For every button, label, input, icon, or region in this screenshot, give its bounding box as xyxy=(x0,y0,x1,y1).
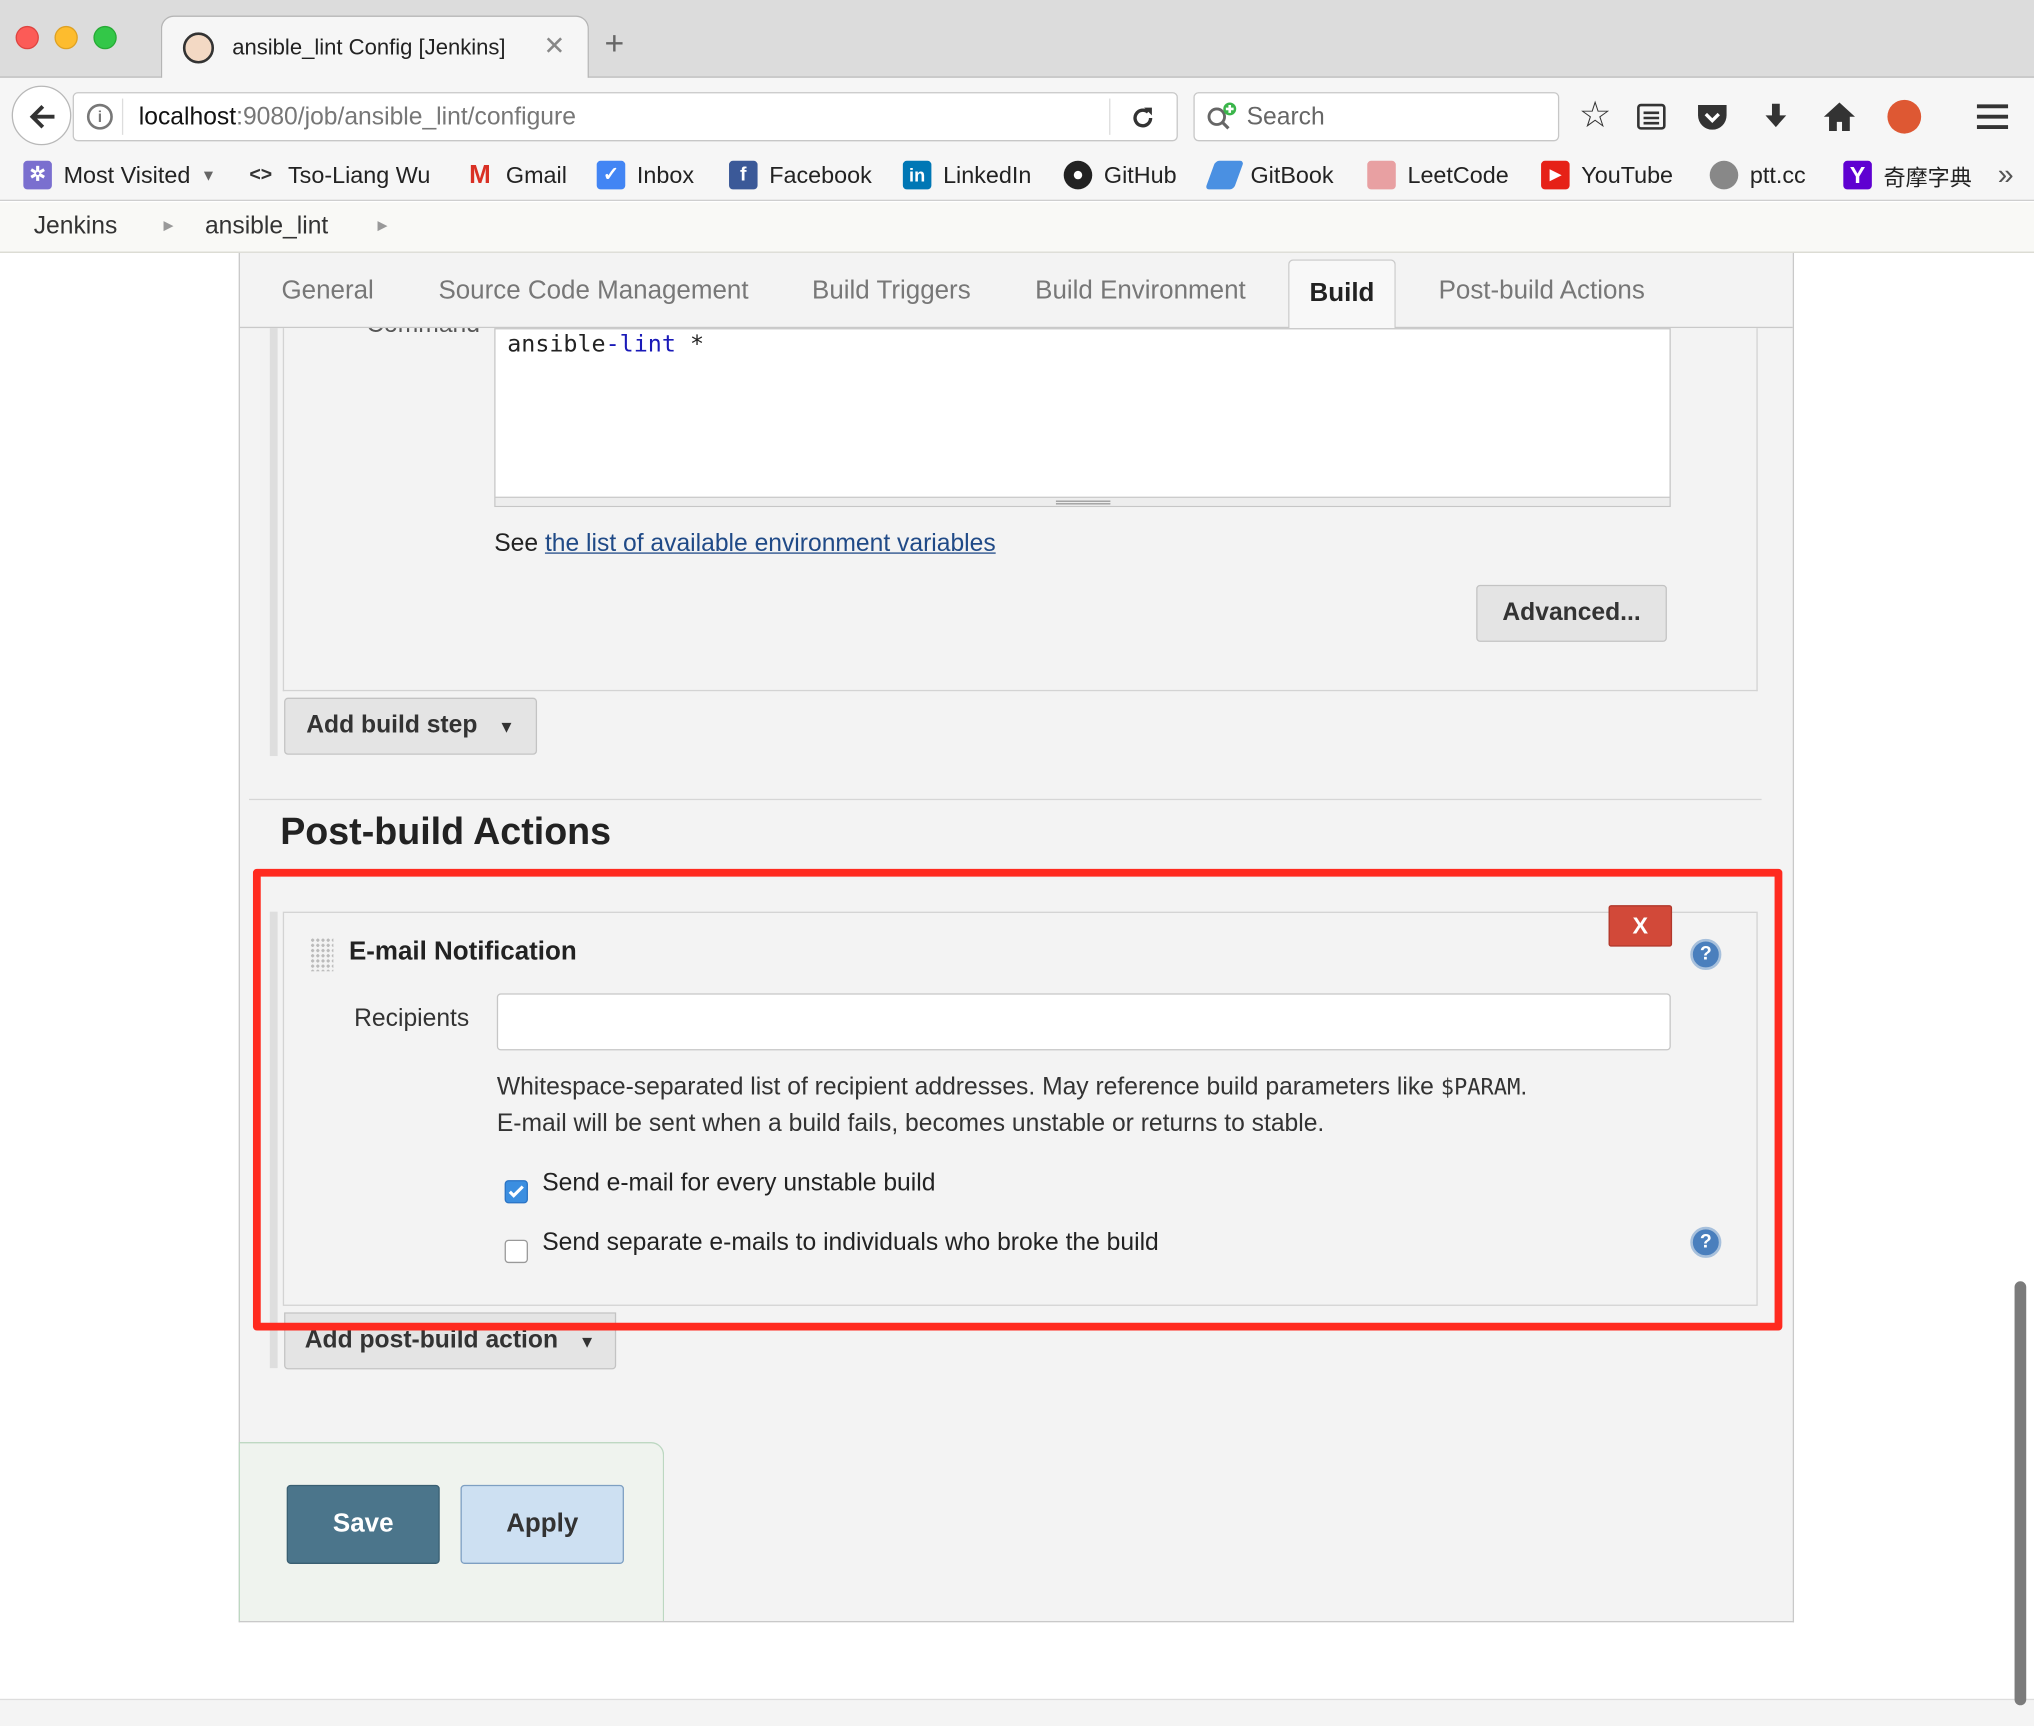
env-vars-hint: See the list of available environment va… xyxy=(494,530,996,558)
bookmark-youtube[interactable]: ▶ YouTube xyxy=(1541,158,1673,192)
facebook-icon: f xyxy=(729,160,758,190)
bookmark-gitbook[interactable]: GitBook xyxy=(1205,158,1334,192)
bookmark-ptt[interactable]: ptt.cc xyxy=(1709,158,1806,192)
pocket-icon[interactable] xyxy=(1695,101,1729,132)
command-label: Command xyxy=(324,328,480,338)
vertical-scrollbar[interactable] xyxy=(2014,1281,2027,1706)
add-build-step-button[interactable]: Add build step ▼ xyxy=(284,697,538,755)
hamburger-menu-icon[interactable] xyxy=(1974,101,2010,132)
tab-build-triggers[interactable]: Build Triggers xyxy=(812,276,971,306)
search-icon xyxy=(1207,102,1237,130)
bookmark-tso-liang-wu[interactable]: <> Tso-Liang Wu xyxy=(245,158,430,192)
bookmark-linkedin[interactable]: in LinkedIn xyxy=(902,158,1031,192)
textarea-resize-handle[interactable] xyxy=(495,496,1670,506)
breadcrumb-chevron-icon[interactable]: ▶ xyxy=(163,219,173,233)
globe-icon xyxy=(1709,160,1739,190)
close-tab-icon[interactable]: ✕ xyxy=(544,30,566,62)
downloads-icon[interactable] xyxy=(1760,101,1791,132)
bookmark-yahoo-dictionary[interactable]: Y 奇摩字典 xyxy=(1843,158,1972,192)
tab-post-build-actions[interactable]: Post-build Actions xyxy=(1439,276,1645,306)
tab-build[interactable]: Build xyxy=(1288,259,1396,329)
tab-title: ansible_lint Config [Jenkins] xyxy=(232,35,506,60)
url-text: localhost:9080/job/ansible_lint/configur… xyxy=(138,103,576,131)
save-button[interactable]: Save xyxy=(286,1484,440,1564)
highlight-annotation-box xyxy=(252,868,1783,1331)
github-icon: ● xyxy=(1063,160,1093,190)
zoom-window-icon[interactable] xyxy=(93,25,117,50)
linkedin-icon: in xyxy=(902,160,932,190)
reading-list-icon[interactable] xyxy=(1636,101,1667,132)
yahoo-icon: Y xyxy=(1843,160,1872,190)
close-window-icon[interactable] xyxy=(15,25,39,50)
search-placeholder: Search xyxy=(1246,103,1325,131)
new-tab-icon[interactable]: + xyxy=(604,26,624,60)
youtube-icon: ▶ xyxy=(1541,160,1570,190)
browser-tab[interactable]: ansible_lint Config [Jenkins] ✕ xyxy=(160,15,589,80)
more-bookmarks-icon[interactable]: » xyxy=(1998,158,2014,192)
apply-button[interactable]: Apply xyxy=(460,1484,624,1564)
reload-icon[interactable] xyxy=(1129,104,1158,133)
section-divider xyxy=(249,798,1762,801)
bookmark-leetcode[interactable]: LeetCode xyxy=(1367,158,1509,192)
bookmark-facebook[interactable]: f Facebook xyxy=(729,158,872,192)
tab-source-code-management[interactable]: Source Code Management xyxy=(438,276,748,306)
breadcrumb-job[interactable]: ansible_lint xyxy=(205,213,328,242)
bookmark-star-icon[interactable]: ☆ xyxy=(1579,95,1612,135)
gitbook-icon xyxy=(1205,160,1245,190)
dropdown-caret-icon: ▼ xyxy=(578,1331,596,1351)
post-build-heading: Post-build Actions xyxy=(280,811,612,854)
gear-icon: ✲ xyxy=(23,160,52,190)
bookmark-gmail[interactable]: M Gmail xyxy=(466,158,567,192)
breadcrumb-chevron-icon[interactable]: ▶ xyxy=(377,219,387,233)
jenkins-favicon-icon xyxy=(182,32,215,64)
page-footer-strip xyxy=(0,1698,2034,1726)
gmail-icon: M xyxy=(469,160,491,190)
home-icon[interactable] xyxy=(1823,100,1857,134)
bookmark-github[interactable]: ● GitHub xyxy=(1063,158,1177,192)
back-arrow-icon xyxy=(29,104,55,129)
code-icon: <> xyxy=(249,163,273,186)
url-bar[interactable]: i localhost:9080/job/ansible_lint/config… xyxy=(72,92,1178,142)
search-bar[interactable]: Search xyxy=(1193,92,1560,142)
advanced-button[interactable]: Advanced... xyxy=(1476,584,1667,642)
tab-build-environment[interactable]: Build Environment xyxy=(1035,276,1246,306)
dropdown-caret-icon: ▼ xyxy=(498,716,515,736)
command-textarea[interactable]: ansible-lint * xyxy=(494,328,1671,508)
duckduckgo-icon[interactable] xyxy=(1887,99,1922,134)
back-button[interactable] xyxy=(11,85,72,146)
env-vars-link[interactable]: the list of available environment variab… xyxy=(545,530,996,557)
breadcrumb-jenkins[interactable]: Jenkins xyxy=(34,213,118,242)
info-icon[interactable]: i xyxy=(86,103,113,130)
build-step-drag-bar xyxy=(269,328,278,757)
inbox-icon: ✓ xyxy=(596,160,626,190)
command-text: ansible-lint * xyxy=(507,330,705,358)
tab-general[interactable]: General xyxy=(281,276,373,306)
bookmark-most-visited[interactable]: ✲ Most Visited ▼ xyxy=(23,158,216,192)
leetcode-icon xyxy=(1367,160,1396,190)
bookmark-inbox[interactable]: ✓ Inbox xyxy=(596,158,694,192)
minimize-window-icon[interactable] xyxy=(54,25,78,50)
